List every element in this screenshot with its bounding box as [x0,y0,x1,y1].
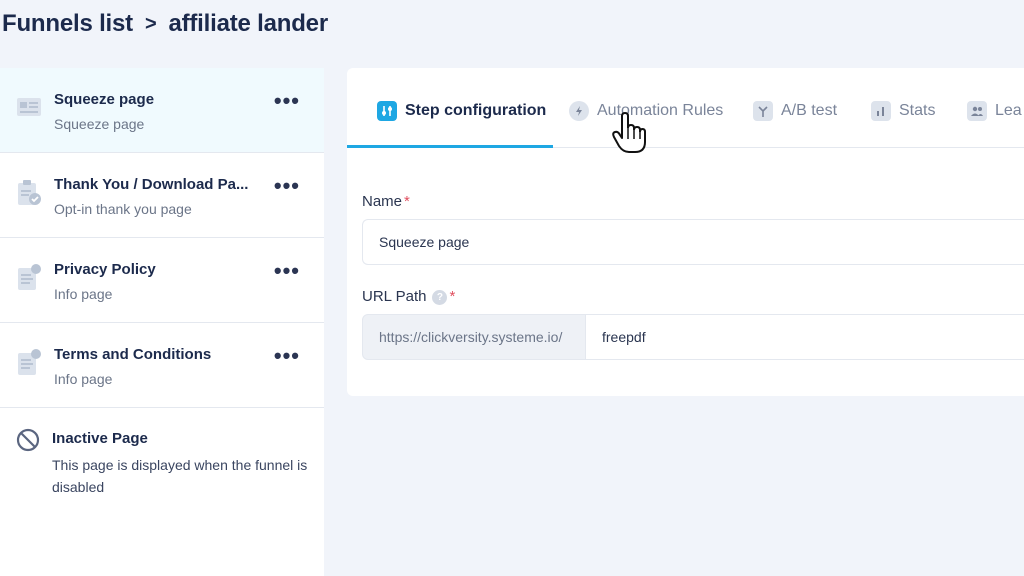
funnel-steps-sidebar: Squeeze page Squeeze page ••• Thank You … [0,68,324,576]
breadcrumb-current: affiliate lander [168,10,328,37]
clipboard-check-icon [18,180,41,205]
step-settings-panel: Step configuration Automation Rules A/B … [347,68,1024,396]
step-item-privacy-policy[interactable]: Privacy Policy Info page ••• [0,238,324,323]
breadcrumb-separator: > [144,12,157,35]
url-prefix-text: https://clickversity.systeme.io/ [379,329,563,345]
name-input[interactable]: Squeeze page [362,219,1024,265]
url-path-label-text: URL Path [362,288,427,305]
breadcrumb: Funnels list > affiliate lander [2,10,328,38]
tab-bar: Step configuration Automation Rules A/B … [347,68,1024,148]
sliders-icon [377,101,397,121]
step-subtitle: Info page [54,371,113,387]
tab-stats[interactable]: Stats [871,98,935,124]
help-icon[interactable]: ? [432,289,448,305]
tab-leads[interactable]: Lea [967,98,1022,124]
step-item-squeeze-page[interactable]: Squeeze page Squeeze page ••• [0,68,324,153]
tab-automation-rules[interactable]: Automation Rules [569,98,723,124]
inactive-page-item[interactable]: Inactive Page This page is displayed whe… [0,408,324,548]
step-more-menu-button[interactable]: ••• [274,260,300,282]
document-info-icon [18,264,41,290]
bar-chart-icon [871,101,891,121]
inactive-page-title: Inactive Page [52,430,148,447]
step-subtitle: Opt-in thank you page [54,201,192,217]
step-more-menu-button[interactable]: ••• [274,345,300,367]
users-icon [967,101,987,121]
ban-icon [16,428,40,452]
url-path-label: URL Path? * [362,288,455,305]
bolt-icon [569,101,589,121]
tab-step-configuration[interactable]: Step configuration [377,98,546,124]
step-item-terms-and-conditions[interactable]: Terms and Conditions Info page ••• [0,323,324,408]
inactive-page-description: This page is displayed when the funnel i… [52,457,308,495]
step-title: Squeeze page [54,91,155,108]
step-more-menu-button[interactable]: ••• [274,175,300,197]
url-path-value: freepdf [602,329,646,345]
split-icon [753,101,773,121]
required-marker: * [404,193,410,210]
breadcrumb-funnels-list[interactable]: Funnels list [2,10,133,38]
tab-ab-test[interactable]: A/B test [753,98,837,124]
step-title: Terms and Conditions [54,346,212,363]
step-more-menu-button[interactable]: ••• [274,90,300,112]
active-tab-indicator [347,145,553,148]
url-prefix: https://clickversity.systeme.io/ [362,314,586,360]
step-item-thank-you[interactable]: Thank You / Download Pa... Opt-in thank … [0,153,324,238]
name-input-value: Squeeze page [379,234,470,250]
document-info-icon [18,349,41,375]
page-layout-icon [17,98,41,116]
name-label-text: Name [362,193,403,210]
step-subtitle: Squeeze page [54,116,145,132]
tab-label: A/B test [781,102,838,119]
step-title: Thank You / Download Pa... [54,176,249,193]
url-path-input[interactable]: freepdf [585,314,1024,360]
step-title: Privacy Policy [54,261,156,278]
tab-label: Stats [899,102,936,119]
step-subtitle: Info page [54,286,113,302]
required-marker: * [449,288,456,305]
name-label: Name * [362,193,410,210]
tab-label: Step configuration [405,102,547,119]
hand-cursor-icon [612,112,646,153]
tab-label: Lea [995,102,1022,119]
